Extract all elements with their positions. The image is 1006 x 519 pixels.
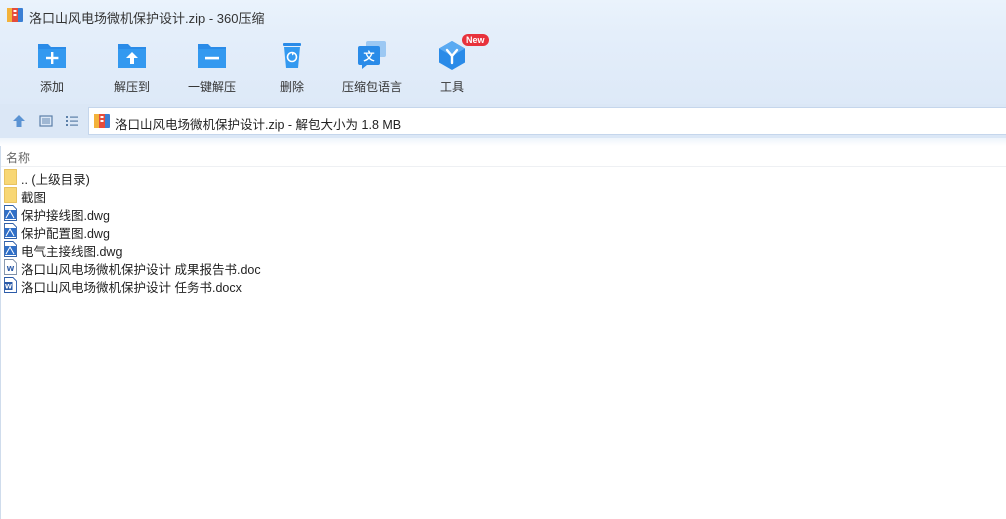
list-item[interactable]: 保护配置图.dwg bbox=[0, 222, 1006, 241]
zip-archive-icon bbox=[94, 114, 110, 128]
word-doc-icon: W bbox=[4, 259, 17, 275]
archive-language-label: 压缩包语言 bbox=[341, 80, 402, 94]
dwg-file-icon bbox=[4, 205, 17, 221]
list-item[interactable]: 保护接线图.dwg bbox=[0, 204, 1006, 223]
folder-icon bbox=[4, 187, 17, 203]
thumbnail-view-icon[interactable] bbox=[38, 113, 54, 129]
toolbar: 添加 解压到 一键解压 删除 文 压缩包语言 New 工具 bbox=[0, 34, 1006, 104]
address-bar[interactable]: 洛口山风电场微机保护设计.zip - 解包大小为 1.8 MB bbox=[88, 107, 1006, 135]
list-view-icon[interactable] bbox=[64, 113, 80, 129]
address-bar-row: 洛口山风电场微机保护设计.zip - 解包大小为 1.8 MB bbox=[0, 104, 1006, 138]
title-bar[interactable]: 洛口山风电场微机保护设计.zip - 360压缩 bbox=[0, 0, 1006, 34]
add-button[interactable]: 添加 bbox=[12, 34, 92, 100]
tools-label: 工具 bbox=[439, 80, 464, 94]
extract-to-label: 解压到 bbox=[113, 80, 150, 94]
window-border bbox=[0, 146, 1, 519]
column-name-header[interactable]: 名称 bbox=[6, 149, 30, 166]
list-item[interactable]: 截图 bbox=[0, 186, 1006, 205]
window-title: 洛口山风电场微机保护设计.zip - 360压缩 bbox=[29, 11, 265, 26]
language-icon: 文 bbox=[358, 41, 386, 69]
delete-icon bbox=[283, 43, 301, 68]
file-name: 洛口山风电场微机保护设计 任务书.docx bbox=[21, 281, 242, 295]
folder-icon bbox=[4, 169, 17, 185]
archive-language-button[interactable]: 文 压缩包语言 bbox=[332, 34, 412, 100]
one-click-extract-label: 一键解压 bbox=[187, 80, 236, 94]
list-item[interactable]: W 洛口山风电场微机保护设计 成果报告书.doc bbox=[0, 258, 1006, 277]
up-arrow-icon[interactable] bbox=[11, 113, 27, 129]
file-list: .. (上级目录) 截图 保护接线图.dwg 保护配置图.dwg 电气主接线图.… bbox=[0, 168, 1006, 295]
one-click-extract-icon bbox=[198, 44, 226, 68]
column-header: 名称 bbox=[0, 146, 1006, 167]
zip-archive-icon bbox=[7, 8, 23, 22]
list-item[interactable]: .. (上级目录) bbox=[0, 168, 1006, 187]
dwg-file-icon bbox=[4, 241, 17, 257]
add-label: 添加 bbox=[39, 80, 64, 94]
delete-label: 删除 bbox=[279, 80, 304, 94]
dwg-file-icon bbox=[4, 223, 17, 239]
app-window: 洛口山风电场微机保护设计.zip - 360压缩 添加 解压到 一键解压 删除 … bbox=[0, 0, 1006, 519]
divider bbox=[0, 138, 1006, 146]
add-folder-icon bbox=[38, 44, 66, 68]
one-click-extract-button[interactable]: 一键解压 bbox=[172, 34, 252, 100]
word-docx-icon: W bbox=[4, 277, 17, 293]
svg-text:W: W bbox=[5, 283, 12, 291]
list-item[interactable]: 电气主接线图.dwg bbox=[0, 240, 1006, 259]
svg-text:文: 文 bbox=[364, 49, 376, 63]
new-badge: New bbox=[462, 34, 489, 46]
address-path: 洛口山风电场微机保护设计.zip - 解包大小为 1.8 MB bbox=[115, 118, 402, 132]
delete-button[interactable]: 删除 bbox=[252, 34, 332, 100]
tools-button[interactable]: New 工具 bbox=[412, 34, 492, 100]
extract-to-icon bbox=[118, 44, 146, 68]
svg-text:W: W bbox=[7, 265, 15, 273]
extract-to-button[interactable]: 解压到 bbox=[92, 34, 172, 100]
list-item[interactable]: W 洛口山风电场微机保护设计 任务书.docx bbox=[0, 276, 1006, 295]
